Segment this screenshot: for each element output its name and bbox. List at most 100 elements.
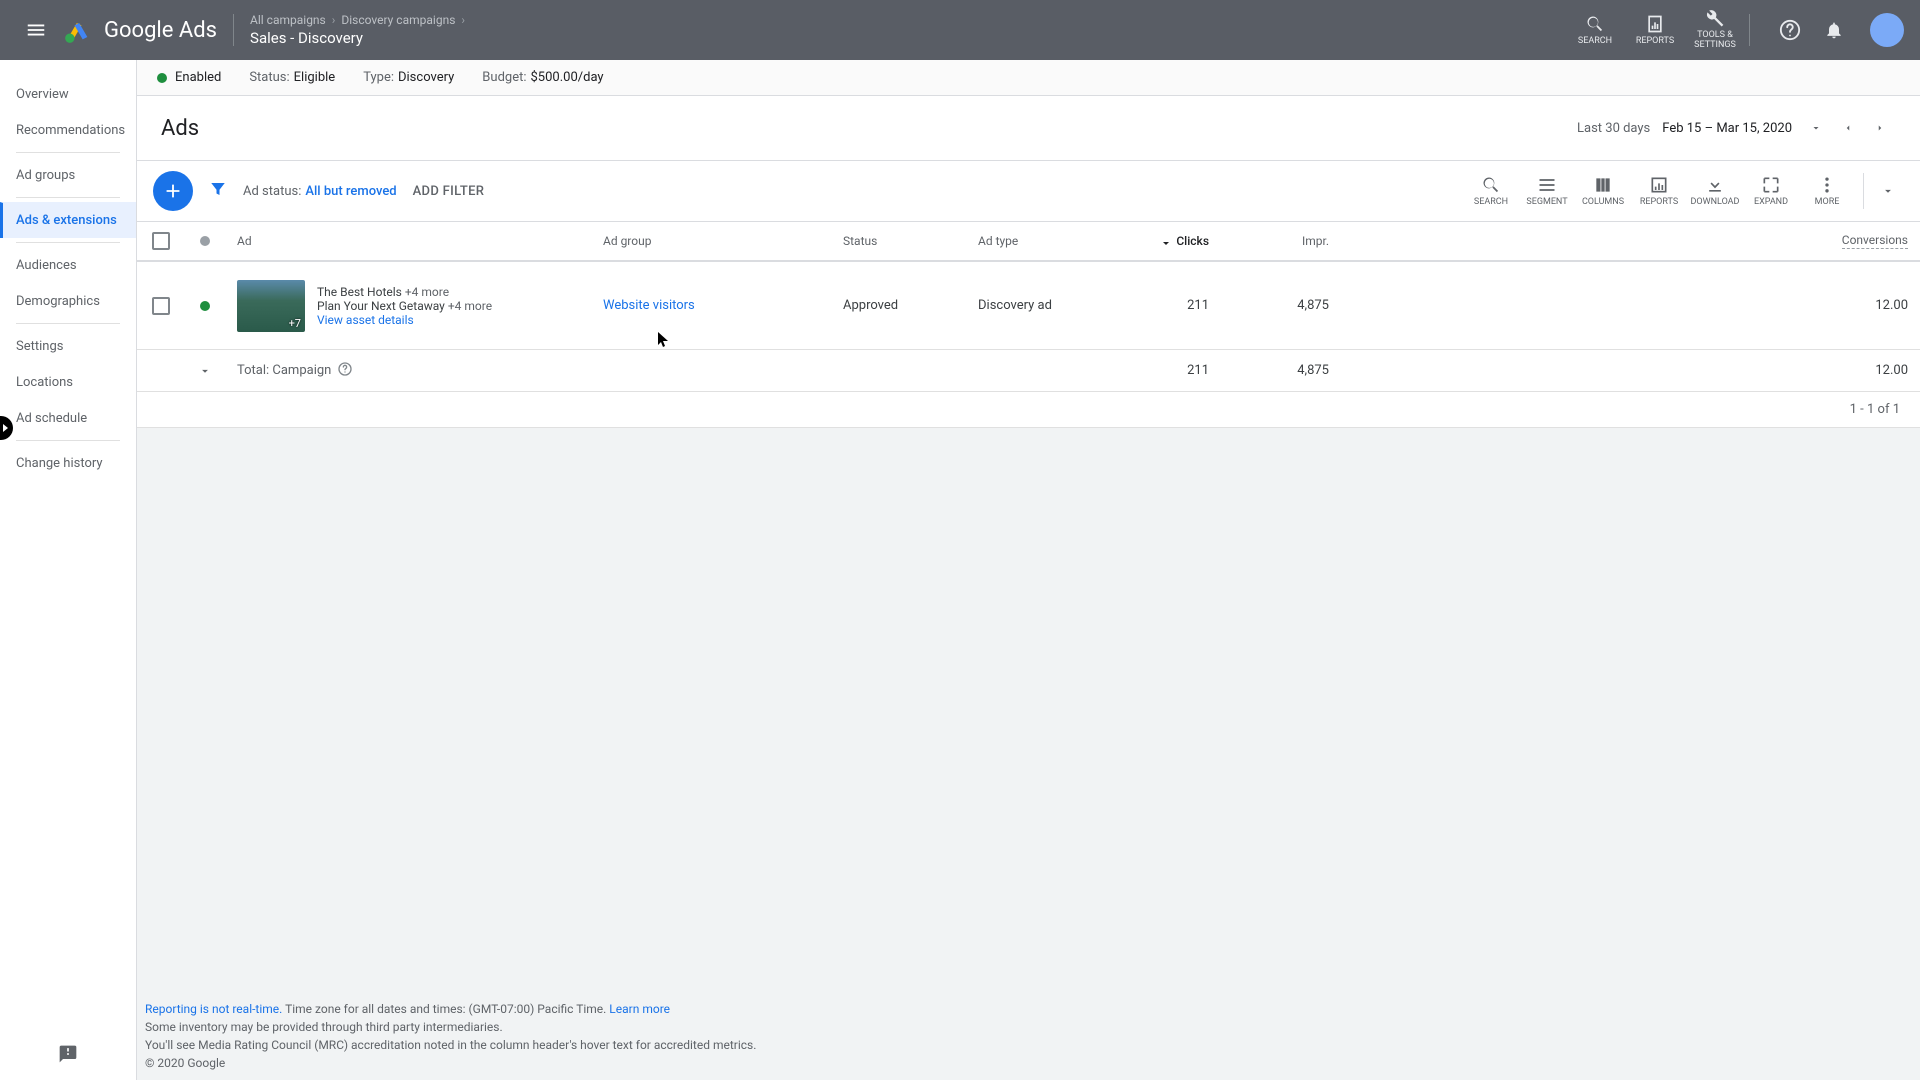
main: Enabled Status: Eligible Type: Discovery…: [137, 60, 1920, 1080]
help-icon[interactable]: [337, 361, 357, 381]
product-name: Google Ads: [104, 18, 217, 43]
crumb-all-campaigns[interactable]: All campaigns: [250, 13, 326, 27]
filter-icon[interactable]: [209, 180, 227, 202]
table-total-row: Total: Campaign 211 4,875 12.00: [137, 350, 1920, 392]
date-prev-button[interactable]: [1832, 112, 1864, 144]
col-conversions[interactable]: Conversions: [1341, 233, 1920, 249]
total-impr: 4,875: [1221, 363, 1341, 378]
date-next-button[interactable]: [1864, 112, 1896, 144]
table-row: +7 The Best Hotels +4 more Plan Your Nex…: [137, 262, 1920, 350]
table-header: Ad Ad group Status Ad type Clicks Impr. …: [137, 222, 1920, 262]
toolbar: Ad status: All but removed ADD FILTER SE…: [137, 161, 1920, 222]
col-ad[interactable]: Ad: [225, 234, 591, 248]
view-asset-details-link[interactable]: View asset details: [317, 313, 492, 327]
notifications-icon[interactable]: [1814, 10, 1854, 50]
date-range-label: Last 30 days: [1577, 121, 1650, 136]
row-checkbox[interactable]: [152, 297, 170, 315]
sidebar: Overview Recommendations Ad groups Ads &…: [0, 60, 137, 1080]
campaign-name: Sales - Discovery: [250, 29, 471, 47]
campaign-enabled-label[interactable]: Enabled: [175, 70, 221, 85]
menu-icon[interactable]: [16, 10, 56, 50]
chevron-down-icon[interactable]: [1800, 112, 1832, 144]
google-ads-icon: [64, 16, 92, 44]
status-value: Eligible: [294, 70, 336, 85]
status-dot-header[interactable]: [200, 236, 210, 246]
feedback-icon[interactable]: [58, 1044, 78, 1068]
sidebar-item-ad-groups[interactable]: Ad groups: [0, 157, 136, 193]
total-conv: 12.00: [1341, 363, 1920, 378]
page-title: Ads: [161, 116, 199, 141]
footer-line2: Some inventory may be provided through t…: [145, 1018, 1912, 1036]
chevron-right-icon: ›: [461, 13, 465, 27]
col-ad-type[interactable]: Ad type: [966, 234, 1101, 248]
col-impr[interactable]: Impr.: [1221, 234, 1341, 248]
row-ad-type: Discovery ad: [966, 298, 1101, 313]
status-dot-enabled: [157, 73, 167, 83]
row-status-dot[interactable]: [200, 301, 210, 311]
sidebar-item-recommendations[interactable]: Recommendations: [0, 112, 136, 148]
sidebar-item-locations[interactable]: Locations: [0, 364, 136, 400]
toolbar-search[interactable]: SEARCH: [1463, 175, 1519, 207]
toolbar-columns[interactable]: COLUMNS: [1575, 175, 1631, 207]
add-filter-button[interactable]: ADD FILTER: [413, 184, 485, 199]
toolbar-collapse-chevron[interactable]: [1872, 184, 1904, 198]
footer-copyright: © 2020 Google: [145, 1054, 1912, 1072]
total-expand-chevron[interactable]: [185, 364, 225, 378]
footer: Reporting is not real-time. Time zone fo…: [137, 992, 1920, 1080]
select-all-checkbox[interactable]: [152, 232, 170, 250]
divider: [233, 14, 234, 46]
toolbar-download[interactable]: DOWNLOAD: [1687, 175, 1743, 207]
row-status: Approved: [831, 298, 966, 313]
top-search-button[interactable]: SEARCH: [1565, 14, 1625, 46]
row-impr: 4,875: [1221, 298, 1341, 313]
col-ad-group[interactable]: Ad group: [591, 234, 831, 248]
ad-thumbnail[interactable]: +7: [237, 280, 305, 332]
thumb-count-badge: +7: [289, 317, 301, 330]
help-icon[interactable]: [1770, 10, 1810, 50]
crumb-discovery-campaigns[interactable]: Discovery campaigns: [341, 13, 455, 27]
filter-chip-value[interactable]: All but removed: [305, 184, 396, 199]
col-clicks[interactable]: Clicks: [1101, 234, 1221, 248]
date-range-value[interactable]: Feb 15 – Mar 15, 2020: [1662, 121, 1792, 136]
table-pager: 1 - 1 of 1: [137, 392, 1920, 428]
total-label: Total: Campaign: [237, 363, 331, 378]
add-button[interactable]: [153, 171, 193, 211]
learn-more-link[interactable]: Learn more: [609, 1002, 670, 1016]
app-header: Google Ads All campaigns › Discovery cam…: [0, 0, 1920, 60]
sidebar-item-overview[interactable]: Overview: [0, 76, 136, 112]
top-tools-button[interactable]: TOOLS & SETTINGS: [1685, 9, 1745, 51]
row-clicks: 211: [1101, 298, 1221, 313]
toolbar-more[interactable]: MORE: [1799, 175, 1855, 207]
page-header: Ads Last 30 days Feb 15 – Mar 15, 2020: [137, 96, 1920, 161]
chevron-right-icon: ›: [332, 13, 336, 27]
divider: [1863, 173, 1864, 209]
footer-line3: You'll see Media Rating Council (MRC) ac…: [145, 1036, 1912, 1054]
sidebar-item-ads-extensions[interactable]: Ads & extensions: [0, 202, 136, 238]
toolbar-segment[interactable]: SEGMENT: [1519, 175, 1575, 207]
sidebar-item-ad-schedule[interactable]: Ad schedule: [0, 400, 136, 436]
top-reports-button[interactable]: REPORTS: [1625, 14, 1685, 46]
row-conv: 12.00: [1341, 298, 1920, 313]
logo[interactable]: Google Ads: [64, 16, 217, 44]
sidebar-item-change-history[interactable]: Change history: [0, 445, 136, 481]
ad-group-link[interactable]: Website visitors: [591, 298, 831, 313]
sidebar-item-audiences[interactable]: Audiences: [0, 247, 136, 283]
sidebar-item-demographics[interactable]: Demographics: [0, 283, 136, 319]
divider: [1749, 14, 1750, 46]
toolbar-reports[interactable]: REPORTS: [1631, 175, 1687, 207]
ad-title-lines: The Best Hotels +4 more Plan Your Next G…: [317, 285, 492, 327]
top-actions: SEARCH REPORTS TOOLS & SETTINGS: [1565, 9, 1745, 51]
budget-label: Budget:: [482, 70, 526, 85]
col-status[interactable]: Status: [831, 234, 966, 248]
budget-value: $500.00/day: [531, 70, 604, 85]
type-value: Discovery: [398, 70, 454, 85]
type-label: Type:: [363, 70, 394, 85]
filter-chip-label: Ad status:: [243, 184, 301, 199]
total-clicks: 211: [1101, 363, 1221, 378]
status-label: Status:: [249, 70, 289, 85]
reporting-link[interactable]: Reporting is not real-time.: [145, 1002, 282, 1016]
breadcrumb: All campaigns › Discovery campaigns › Sa…: [250, 13, 471, 47]
sidebar-item-settings[interactable]: Settings: [0, 328, 136, 364]
avatar[interactable]: [1870, 13, 1904, 47]
toolbar-expand[interactable]: EXPAND: [1743, 175, 1799, 207]
